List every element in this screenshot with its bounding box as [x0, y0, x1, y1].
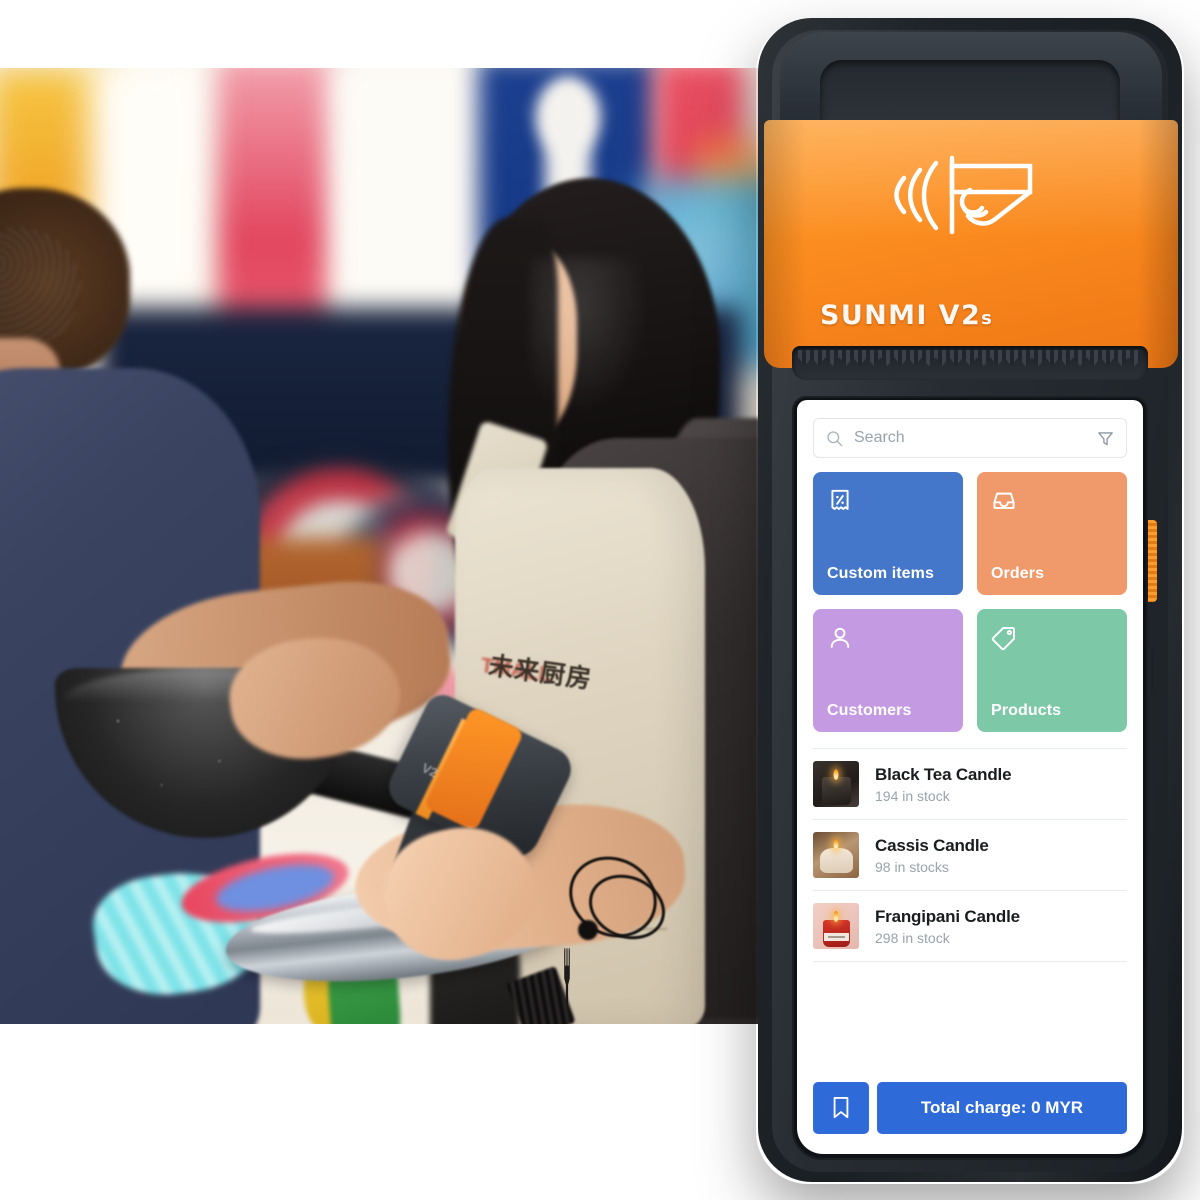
tile-label: Orders: [991, 565, 1045, 582]
merchant-hair-shine: [530, 258, 650, 418]
candle-jar: [820, 848, 853, 873]
list-item[interactable]: Cassis Candle 98 in stocks: [813, 819, 1127, 890]
price-tag-icon: [991, 627, 1015, 651]
inbox-tray-icon: [993, 492, 1015, 509]
search-icon: [827, 430, 843, 446]
sunmi-pos-terminal: SUNMI V2s Search Custom items Orders Cus…: [742, 8, 1198, 1192]
printer-left-shade: [764, 120, 806, 368]
candle-jar: [822, 777, 851, 805]
page-root: TMALL 未来厨房 V2 SUNMI V2s Search Custom it…: [0, 0, 1200, 1200]
list-item[interactable]: Black Tea Candle 194 in stock: [813, 748, 1127, 819]
filter-funnel-icon[interactable]: [1096, 429, 1115, 448]
receipt-percent-icon: [831, 489, 849, 510]
product-stock: 298 in stock: [875, 929, 950, 946]
product-stock: 194 in stock: [875, 787, 950, 804]
photo-scene: TMALL 未来厨房 V2: [0, 68, 762, 1024]
brand-text: SUNMI V2: [820, 300, 982, 331]
product-info: Black Tea Candle 194 in stock: [875, 765, 1127, 804]
product-stock: 98 in stocks: [875, 858, 949, 875]
checkout-bar: Total charge: 0 MYR: [797, 1068, 1143, 1154]
tile-customers[interactable]: Customers: [813, 609, 963, 732]
product-name: Cassis Candle: [875, 835, 989, 855]
bracelet-knot: [578, 920, 598, 940]
product-thumbnail: [813, 903, 859, 949]
brand-sub: s: [981, 308, 994, 329]
search-placeholder: Search: [854, 429, 905, 446]
product-name: Black Tea Candle: [875, 764, 1012, 784]
product-info: Cassis Candle 98 in stocks: [875, 836, 1127, 875]
candle-flame: [833, 839, 839, 850]
product-name: Frangipani Candle: [875, 906, 1020, 926]
contactless-payment-icon: [894, 155, 1033, 235]
product-thumbnail: [813, 761, 859, 807]
total-charge-button[interactable]: Total charge: 0 MYR: [877, 1082, 1127, 1134]
quick-action-tiles: Custom items Orders Customers Products: [797, 458, 1143, 732]
tile-orders[interactable]: Orders: [977, 472, 1127, 595]
candle-flame: [833, 911, 839, 922]
bookmark-icon: [833, 1097, 849, 1119]
product-info: Frangipani Candle 298 in stock: [875, 907, 1127, 946]
tile-label: Products: [991, 702, 1062, 719]
tile-custom-items[interactable]: Custom items: [813, 472, 963, 595]
printer-right-shade: [1138, 120, 1178, 368]
device-brand-label: SUNMI V2s: [820, 300, 993, 331]
app-screen: Search Custom items Orders Customers Pro…: [797, 400, 1143, 1154]
list-item[interactable]: Frangipani Candle 298 in stock: [813, 890, 1127, 962]
search-input[interactable]: Search: [813, 418, 1127, 458]
merchant-photo: TMALL 未来厨房 V2: [0, 68, 762, 1024]
tile-label: Customers: [827, 702, 912, 719]
product-thumbnail: [813, 832, 859, 878]
search-section: Search: [797, 400, 1143, 458]
bookmark-button[interactable]: [813, 1082, 869, 1134]
tile-products[interactable]: Products: [977, 609, 1127, 732]
candle-flame: [833, 769, 839, 780]
candle-label-band: [824, 933, 849, 941]
tile-label: Custom items: [827, 565, 934, 582]
person-icon: [830, 627, 850, 648]
product-list: Black Tea Candle 194 in stock Cassis Can…: [797, 748, 1143, 1068]
